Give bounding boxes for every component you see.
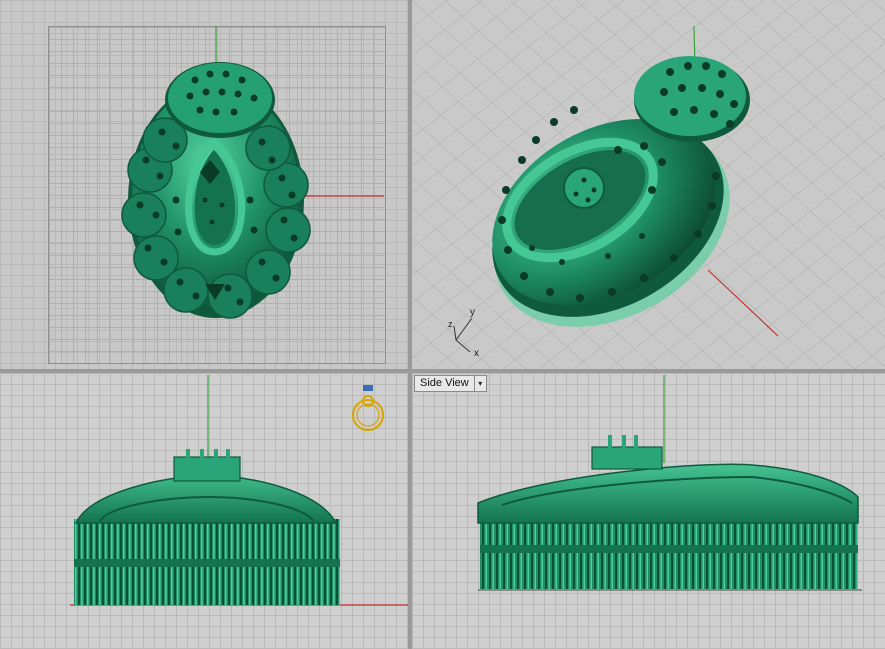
top-viewport[interactable] xyxy=(0,0,408,369)
ring-widget-icon[interactable] xyxy=(352,385,384,431)
pendant-model-side xyxy=(477,435,862,591)
gizmo-y-label: y xyxy=(470,307,475,318)
pendant-model-top xyxy=(121,62,311,319)
side-viewport[interactable]: Side View ▾ xyxy=(412,373,885,649)
top-view-canvas xyxy=(121,26,384,319)
perspective-view-canvas: x y z xyxy=(412,0,885,369)
perspective-viewport[interactable]: x y z xyxy=(412,0,885,369)
side-view-canvas xyxy=(477,375,862,591)
viewport-title-tab[interactable]: Side View ▾ xyxy=(414,375,487,392)
front-view-canvas xyxy=(70,375,408,606)
gizmo-x-label: x xyxy=(474,348,479,359)
pendant-model-front xyxy=(74,449,340,605)
viewport-title-label[interactable]: Side View xyxy=(415,376,474,391)
chevron-down-icon[interactable]: ▾ xyxy=(473,376,486,391)
gizmo-z-label: z xyxy=(448,319,453,329)
front-viewport[interactable] xyxy=(0,373,408,649)
